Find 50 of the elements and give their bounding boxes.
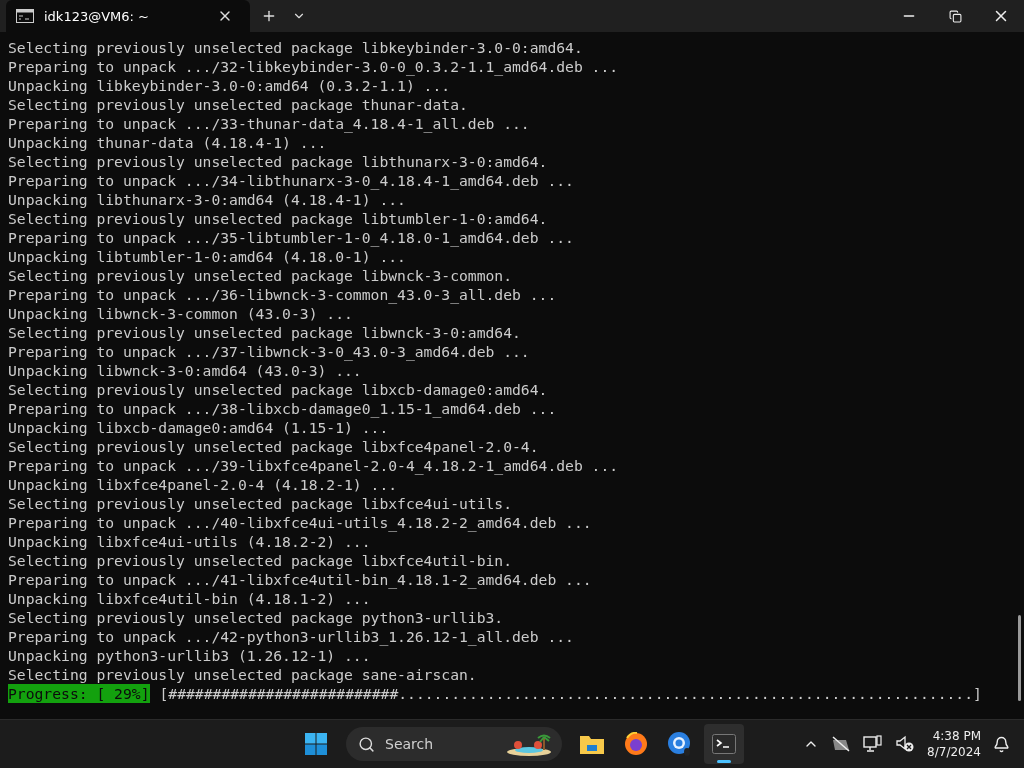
- output-line: Selecting previously unselected package libxfce4util-bin.: [8, 551, 514, 570]
- output-line: Selecting previously unselected package libxfce4ui-utils.: [8, 494, 514, 513]
- output-line: Preparing to unpack .../36-libwnck-3-common_43.0-3_all.deb ...: [8, 285, 558, 304]
- output-line: Unpacking libwnck-3-0:amd64 (43.0-3) ...: [8, 361, 363, 380]
- output-line: Selecting previously unselected package libthunarx-3-0:amd64.: [8, 152, 549, 171]
- output-line: Preparing to unpack .../35-libtumbler-1-0_4.18.0-1_amd64.deb ...: [8, 228, 575, 247]
- notification-icon[interactable]: [993, 735, 1010, 753]
- output-line: Selecting previously unselected package libxcb-damage0:amd64.: [8, 380, 549, 399]
- search-icon: [358, 735, 375, 753]
- output-line: Selecting previously unselected package thunar-data.: [8, 95, 469, 114]
- output-line: Selecting previously unselected package libwnck-3-0:amd64.: [8, 323, 522, 342]
- output-line: Unpacking python3-urllib3 (1.26.12-1) ...: [8, 646, 372, 665]
- scrollbar-thumb[interactable]: [1018, 615, 1021, 701]
- output-line: Preparing to unpack .../34-libthunarx-3-0_4.18.4-1_amd64.deb ...: [8, 171, 575, 190]
- date-text: 8/7/2024: [927, 744, 981, 760]
- time-text: 4:38 PM: [932, 728, 981, 744]
- speaker-muted-icon[interactable]: [895, 735, 916, 753]
- output-line: Unpacking libxfce4panel-2.0-4 (4.18.2-1) ...: [8, 475, 399, 494]
- output-line: Unpacking thunar-data (4.18.4-1) ...: [8, 133, 328, 152]
- output-line: Preparing to unpack .../41-libxfce4util-bin_4.18.1-2_amd64.deb ...: [8, 570, 593, 589]
- output-line: Selecting previously unselected package libwnck-3-common.: [8, 266, 514, 285]
- tab-title: idk123@VM6: ~: [44, 8, 150, 24]
- clock[interactable]: 4:38 PM 8/7/2024: [927, 728, 981, 760]
- output-line: Selecting previously unselected package sane-airscan.: [8, 665, 478, 684]
- progress-text: [##########################.................................................................]: [159, 684, 982, 703]
- output-line: Preparing to unpack .../39-libxfce4panel-2.0-4_4.18.2-1_amd64.deb ...: [8, 456, 620, 475]
- output-line: Unpacking libtumbler-1-0:amd64 (4.18.0-1) ...: [8, 247, 407, 266]
- output-line: Preparing to unpack .../38-libxcb-damage0_1.15-1_amd64.deb ...: [8, 399, 558, 418]
- terminal-tab[interactable]: idk123@VM6: ~: [6, 0, 250, 32]
- output-line: Preparing to unpack .../37-libwnck-3-0_43.0-3_amd64.deb ...: [8, 342, 531, 361]
- output-line: Preparing to unpack .../32-libkeybinder-3.0-0_0.3.2-1.1_amd64.deb ...: [8, 57, 620, 76]
- output-line: Unpacking libxfce4ui-utils (4.18.2-2) ...: [8, 532, 372, 551]
- output-line: Unpacking libthunarx-3-0:amd64 (4.18.4-1) ...: [8, 190, 407, 209]
- output-line: Selecting previously unselected package libxfce4panel-2.0-4.: [8, 437, 540, 456]
- monitor-icon[interactable]: [863, 735, 884, 753]
- progress-label: Progress: [ 29%]: [8, 684, 151, 703]
- search-field[interactable]: Search: [346, 727, 562, 761]
- terminal-app-icon[interactable]: [704, 724, 744, 764]
- output-line: Unpacking libkeybinder-3.0-0:amd64 (0.3.2-1.1) ...: [8, 76, 452, 95]
- output-line: Preparing to unpack .../33-thunar-data_4.18.4-1_all.deb ...: [8, 114, 531, 133]
- terminal-icon: [16, 9, 34, 23]
- output-line: Unpacking libwnck-3-common (43.0-3) ...: [8, 304, 354, 323]
- output-line: Selecting previously unselected package python3-urllib3.: [8, 608, 505, 627]
- network-off-icon[interactable]: [831, 736, 852, 752]
- output-line: Unpacking libxcb-damage0:amd64 (1.15-1) ...: [8, 418, 390, 437]
- output-line: Preparing to unpack .../40-libxfce4ui-utils_4.18.2-2_amd64.deb ...: [8, 513, 593, 532]
- output-line: Unpacking libxfce4util-bin (4.18.1-2) ...: [8, 589, 372, 608]
- output-line: Preparing to unpack .../42-python3-urllib3_1.26.12-1_all.deb ...: [8, 627, 575, 646]
- output-line: Selecting previously unselected package libkeybinder-3.0-0:amd64.: [8, 38, 584, 57]
- output-line: Selecting previously unselected package libtumbler-1-0:amd64.: [8, 209, 549, 228]
